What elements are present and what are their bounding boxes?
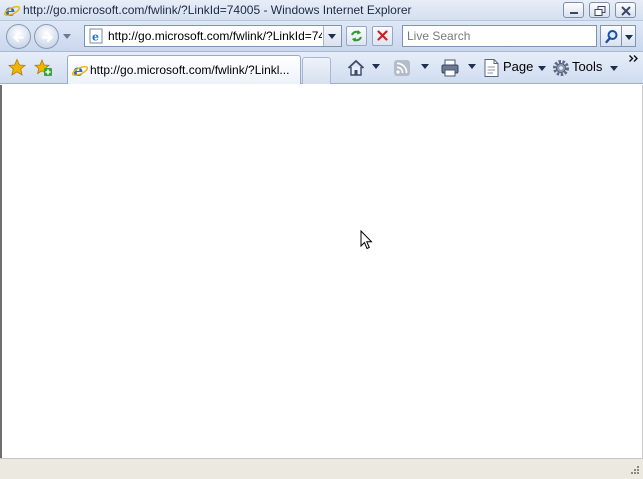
resize-grip-icon[interactable] [628, 465, 640, 477]
chevron-double-right-icon [629, 55, 638, 62]
forward-button[interactable] [34, 24, 59, 49]
tab-label: http://go.microsoft.com/fwlink/?Linkl... [90, 63, 290, 77]
chevron-down-icon [468, 64, 476, 69]
restore-button[interactable] [589, 2, 610, 18]
search-button[interactable] [600, 25, 622, 47]
chevron-down-icon [610, 66, 618, 71]
home-icon [347, 59, 365, 76]
add-to-favorites-button[interactable] [33, 58, 53, 78]
stop-icon [377, 30, 388, 41]
new-tab-button[interactable] [302, 57, 331, 84]
stop-button[interactable] [372, 26, 393, 46]
address-input[interactable] [108, 28, 322, 44]
favorites-center-button[interactable] [7, 58, 27, 78]
gear-icon [553, 60, 569, 76]
address-dropdown-button[interactable] [323, 26, 341, 46]
print-dropdown[interactable] [468, 64, 476, 69]
chevron-down-icon [328, 34, 336, 39]
page-content[interactable] [0, 85, 643, 458]
home-dropdown[interactable] [372, 64, 380, 69]
title-bar[interactable]: e http://go.microsoft.com/fwlink/?LinkId… [0, 0, 643, 21]
address-bar[interactable]: e [84, 25, 342, 47]
feeds-button[interactable] [393, 59, 411, 77]
page-icon: e [88, 28, 104, 47]
printer-icon [441, 59, 459, 77]
recent-pages-dropdown[interactable] [63, 34, 71, 39]
search-input[interactable] [407, 28, 592, 44]
refresh-button[interactable] [346, 26, 367, 46]
refresh-icon [351, 30, 362, 42]
navigation-bar: e [0, 21, 643, 52]
feeds-dropdown[interactable] [421, 64, 429, 69]
tools-menu-button[interactable]: Tools [552, 57, 620, 79]
chevron-down-icon [625, 35, 633, 40]
rss-feed-icon [394, 60, 410, 76]
toolbar-overflow-button[interactable] [628, 53, 640, 65]
star-icon [7, 58, 27, 76]
add-favorite-icon [33, 58, 52, 76]
print-button[interactable] [440, 58, 460, 78]
minimize-icon [570, 12, 578, 14]
forward-arrow-icon [41, 32, 54, 43]
ie-logo-icon: e [3, 1, 21, 21]
page-menu-label: Page [503, 59, 534, 74]
search-box[interactable] [402, 25, 597, 47]
status-bar [0, 458, 643, 479]
chevron-down-icon [63, 34, 71, 39]
page-menu-button[interactable]: Page [483, 57, 549, 79]
close-icon [621, 6, 631, 16]
chevron-down-icon [372, 64, 380, 69]
home-button[interactable] [346, 58, 366, 78]
minimize-button[interactable] [563, 2, 584, 18]
command-bar: e http://go.microsoft.com/fwlink/?Linkl.… [0, 52, 643, 84]
tools-menu-label: Tools [572, 59, 603, 74]
tab-current-page[interactable]: e http://go.microsoft.com/fwlink/?Linkl.… [67, 55, 301, 84]
chevron-down-icon [538, 66, 546, 71]
mouse-cursor-icon [360, 230, 373, 250]
ie-page-icon: e [71, 61, 89, 81]
close-button[interactable] [615, 2, 636, 18]
restore-icon [594, 6, 606, 16]
back-button[interactable] [6, 24, 31, 49]
search-options-button[interactable] [622, 25, 636, 47]
chevron-down-icon [421, 64, 429, 69]
search-icon [605, 30, 618, 44]
page-icon [484, 59, 499, 77]
window-title: http://go.microsoft.com/fwlink/?LinkId=7… [23, 3, 412, 17]
svg-text:e: e [92, 31, 99, 44]
back-arrow-icon [12, 32, 25, 43]
